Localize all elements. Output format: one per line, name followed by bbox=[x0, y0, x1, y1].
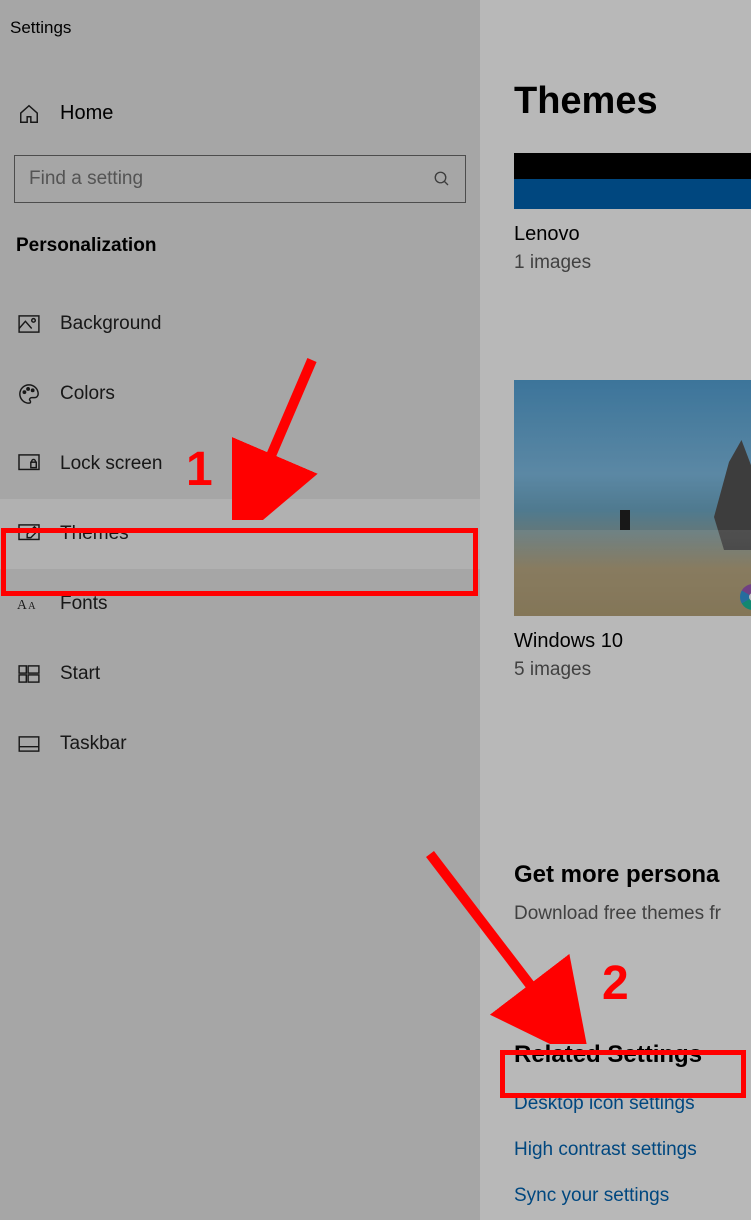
preview-person bbox=[620, 510, 630, 530]
theme-name: Lenovo bbox=[514, 223, 751, 246]
sidebar-item-label: Colors bbox=[60, 383, 115, 405]
theme-preview bbox=[514, 380, 751, 616]
sidebar: Settings Home Personalization Background bbox=[0, 0, 480, 1220]
image-icon bbox=[16, 315, 42, 333]
get-more-heading: Get more persona bbox=[514, 861, 751, 889]
palette-icon bbox=[16, 383, 42, 405]
themes-icon bbox=[16, 524, 42, 544]
fonts-icon: AA bbox=[16, 594, 42, 614]
page-title: Themes bbox=[514, 80, 751, 123]
sidebar-item-lockscreen[interactable]: Lock screen bbox=[0, 429, 480, 499]
nav-home[interactable]: Home bbox=[0, 78, 480, 149]
sidebar-item-label: Start bbox=[60, 663, 100, 685]
search-input[interactable] bbox=[29, 168, 433, 190]
home-icon bbox=[16, 103, 42, 125]
theme-image-count: 1 images bbox=[514, 252, 751, 274]
theme-preview bbox=[514, 153, 751, 209]
sidebar-item-label: Taskbar bbox=[60, 733, 127, 755]
search-box[interactable] bbox=[14, 155, 466, 203]
theme-image-count: 5 images bbox=[514, 659, 751, 681]
sidebar-item-label: Fonts bbox=[60, 593, 108, 615]
sidebar-item-themes[interactable]: Themes bbox=[0, 499, 480, 569]
preview-reflection bbox=[514, 530, 751, 616]
sidebar-item-label: Themes bbox=[60, 523, 129, 545]
nav-home-label: Home bbox=[60, 102, 113, 125]
sidebar-item-background[interactable]: Background bbox=[0, 289, 480, 359]
settings-window: Settings Home Personalization Background bbox=[0, 0, 751, 1220]
sidebar-item-colors[interactable]: Colors bbox=[0, 359, 480, 429]
window-title: Settings bbox=[0, 0, 480, 38]
search-icon bbox=[433, 170, 451, 188]
link-high-contrast-settings[interactable]: High contrast settings bbox=[514, 1139, 697, 1161]
link-desktop-icon-settings[interactable]: Desktop icon settings bbox=[514, 1093, 695, 1115]
sidebar-item-label: Lock screen bbox=[60, 453, 162, 475]
sidebar-section: Personalization bbox=[0, 203, 480, 265]
sidebar-item-start[interactable]: Start bbox=[0, 639, 480, 709]
content-pane: Themes Lenovo 1 images Windows 10 5 imag… bbox=[480, 0, 751, 1220]
sidebar-item-taskbar[interactable]: Taskbar bbox=[0, 709, 480, 779]
search-wrap bbox=[0, 155, 480, 203]
lockscreen-icon bbox=[16, 454, 42, 474]
sidebar-nav: Background Colors Lock screen Themes bbox=[0, 289, 480, 779]
theme-card-lenovo[interactable]: Lenovo 1 images bbox=[514, 153, 751, 274]
svg-text:A: A bbox=[28, 601, 36, 612]
preview-stripe bbox=[514, 179, 751, 209]
start-icon bbox=[16, 665, 42, 683]
sidebar-item-fonts[interactable]: AA Fonts bbox=[0, 569, 480, 639]
sidebar-item-label: Background bbox=[60, 313, 161, 335]
related-settings-heading: Related Settings bbox=[514, 1041, 751, 1069]
link-sync-your-settings[interactable]: Sync your settings bbox=[514, 1185, 669, 1207]
theme-name: Windows 10 bbox=[514, 630, 751, 653]
taskbar-icon bbox=[16, 736, 42, 752]
preview-stripe bbox=[514, 153, 751, 179]
theme-card-windows10[interactable]: Windows 10 5 images bbox=[514, 380, 751, 681]
svg-text:A: A bbox=[17, 597, 27, 612]
get-more-sub: Download free themes fr bbox=[514, 903, 751, 925]
